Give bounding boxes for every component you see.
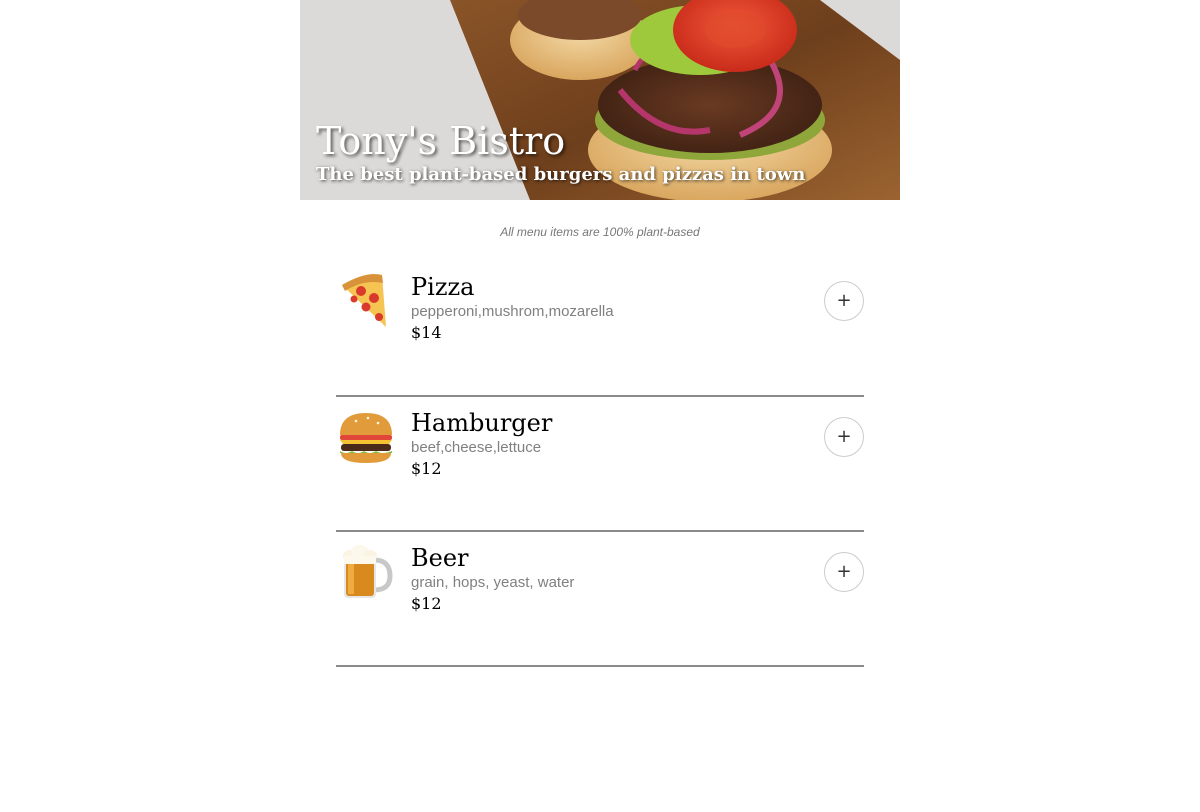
item-info: Hamburger beef,cheese,lettuce $12 [411,411,552,477]
hero-banner: Tony's Bistro The best plant-based burge… [300,0,900,200]
item-info: Pizza pepperoni,mushrom,mozarella $14 [411,275,614,341]
pizza-icon [336,271,396,331]
item-price: $14 [411,323,442,342]
hero-text: Tony's Bistro The best plant-based burge… [316,122,805,184]
item-ingredients: pepperoni,mushrom,mozarella [411,303,614,320]
item-name: Hamburger [411,409,553,437]
item-ingredients: beef,cheese,lettuce [411,439,542,456]
restaurant-subtitle: The best plant-based burgers and pizzas … [316,164,806,185]
item-info: Beer grain, hops, yeast, water $12 [411,546,574,612]
add-beer-button[interactable]: + [824,552,864,592]
add-pizza-button[interactable]: + [824,281,864,321]
hamburger-icon [336,407,396,467]
add-hamburger-button[interactable]: + [824,417,864,457]
restaurant-title: Tony's Bistro [316,119,566,163]
beer-icon [336,542,396,602]
menu-item-hamburger: Hamburger beef,cheese,lettuce $12 + [336,397,864,532]
item-price: $12 [411,594,442,613]
plant-based-note: All menu items are 100% plant-based [500,225,700,239]
page-container: Tony's Bistro The best plant-based burge… [300,0,900,667]
menu-list: Pizza pepperoni,mushrom,mozarella $14 + [336,261,864,667]
item-ingredients: grain, hops, yeast, water [411,574,575,591]
menu-item-pizza: Pizza pepperoni,mushrom,mozarella $14 + [336,261,864,397]
item-name: Beer [411,544,469,572]
item-price: $12 [411,459,442,478]
item-name: Pizza [411,273,475,301]
menu-item-beer: Beer grain, hops, yeast, water $12 + [336,532,864,667]
